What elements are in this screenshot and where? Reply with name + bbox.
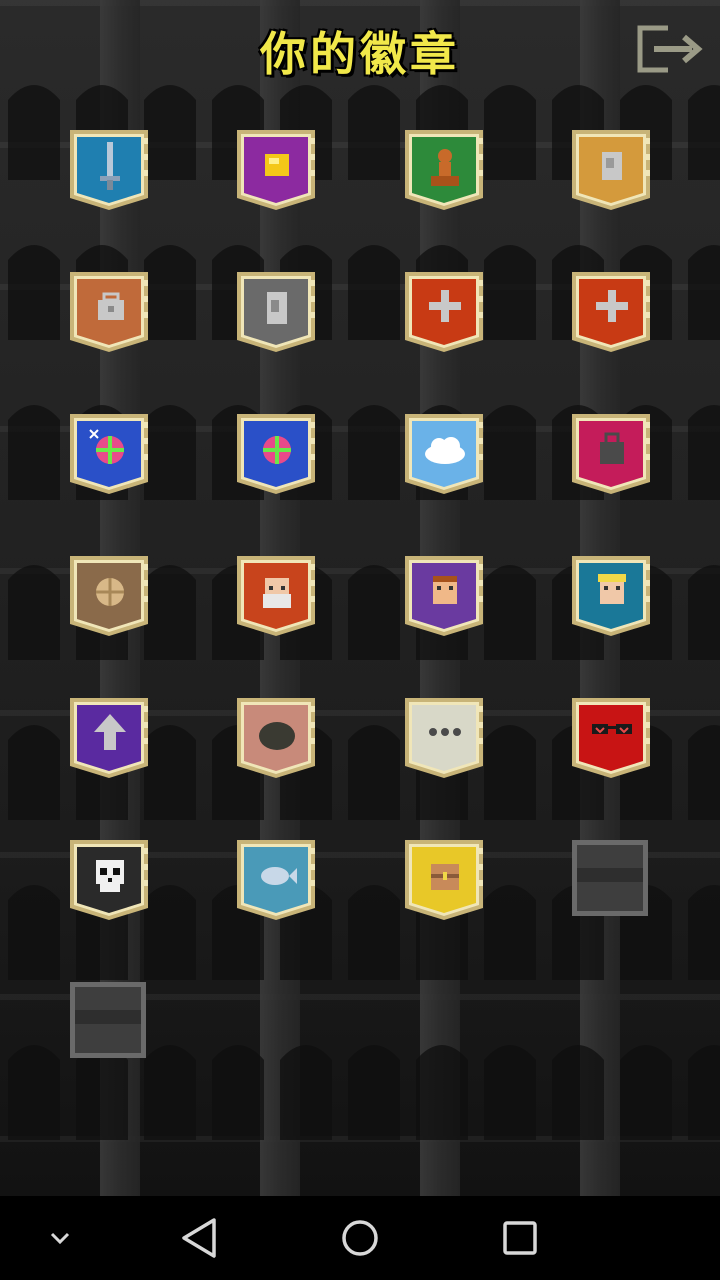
recents-square-icon [503, 1221, 537, 1255]
badge-arrow-up-icon [70, 698, 148, 778]
exit-icon [637, 25, 703, 73]
chevron-down-icon [50, 1232, 70, 1245]
badge-gold-icon [237, 130, 315, 210]
badge-slot[interactable] [235, 696, 319, 780]
badge-slot[interactable] [570, 696, 654, 780]
exit-button[interactable] [634, 24, 706, 74]
badge-locked-slot [70, 982, 146, 1058]
badge-slot[interactable] [403, 838, 487, 922]
badge-old-man-icon [237, 556, 315, 636]
badge-slot[interactable] [235, 554, 319, 638]
badge-weight-icon [572, 414, 650, 494]
badge-keycard-icon [237, 272, 315, 352]
badge-slot[interactable] [403, 412, 487, 496]
home-circle-icon [342, 1220, 378, 1256]
badge-chest-icon [405, 840, 483, 920]
badge-slot[interactable] [570, 128, 654, 212]
badge-gem-sparkle-icon [70, 414, 148, 494]
badge-dots-icon [405, 698, 483, 778]
badge-slot[interactable] [68, 554, 152, 638]
badge-slot[interactable] [570, 270, 654, 354]
badge-slot[interactable] [403, 128, 487, 212]
badge-slot[interactable] [235, 270, 319, 354]
badge-skull-icon [70, 840, 148, 920]
badge-stone-icon [572, 130, 650, 210]
badge-slot[interactable] [403, 696, 487, 780]
badge-sword-icon [70, 130, 148, 210]
badge-pot-icon [237, 698, 315, 778]
page-title: 你的徽章 [260, 27, 460, 81]
badge-cross-icon [405, 272, 483, 352]
badge-slot[interactable] [68, 838, 152, 922]
badge-pawn-icon [405, 130, 483, 210]
badge-cloud-icon [405, 414, 483, 494]
badge-slot-locked[interactable] [68, 980, 152, 1064]
badge-slot[interactable] [570, 554, 654, 638]
nav-home-button[interactable] [332, 1212, 388, 1264]
badge-slot[interactable] [403, 270, 487, 354]
badge-bag-icon [70, 272, 148, 352]
badge-fish-icon [237, 840, 315, 920]
badge-slot[interactable] [235, 838, 319, 922]
badge-blonde-face-icon [572, 556, 650, 636]
badge-gem-icon [237, 414, 315, 494]
system-nav-bar [0, 1196, 720, 1280]
badge-slot[interactable] [68, 128, 152, 212]
badge-compass-icon [70, 556, 148, 636]
badge-locked-slot [572, 840, 648, 916]
badge-slot[interactable] [68, 696, 152, 780]
badge-slot[interactable] [235, 412, 319, 496]
badge-slot[interactable] [235, 128, 319, 212]
badge-slot[interactable] [68, 270, 152, 354]
badge-slot[interactable] [570, 412, 654, 496]
badge-cross-icon [572, 272, 650, 352]
nav-keyboard-hide-button[interactable] [32, 1212, 88, 1264]
badge-slot[interactable] [403, 554, 487, 638]
badge-glasses-icon [572, 698, 650, 778]
badge-slot-locked[interactable] [570, 838, 654, 922]
badge-slot[interactable] [68, 412, 152, 496]
nav-recents-button[interactable] [492, 1212, 548, 1264]
nav-back-button[interactable] [172, 1212, 228, 1264]
badge-warrior-face-icon [405, 556, 483, 636]
back-triangle-icon [182, 1218, 216, 1258]
